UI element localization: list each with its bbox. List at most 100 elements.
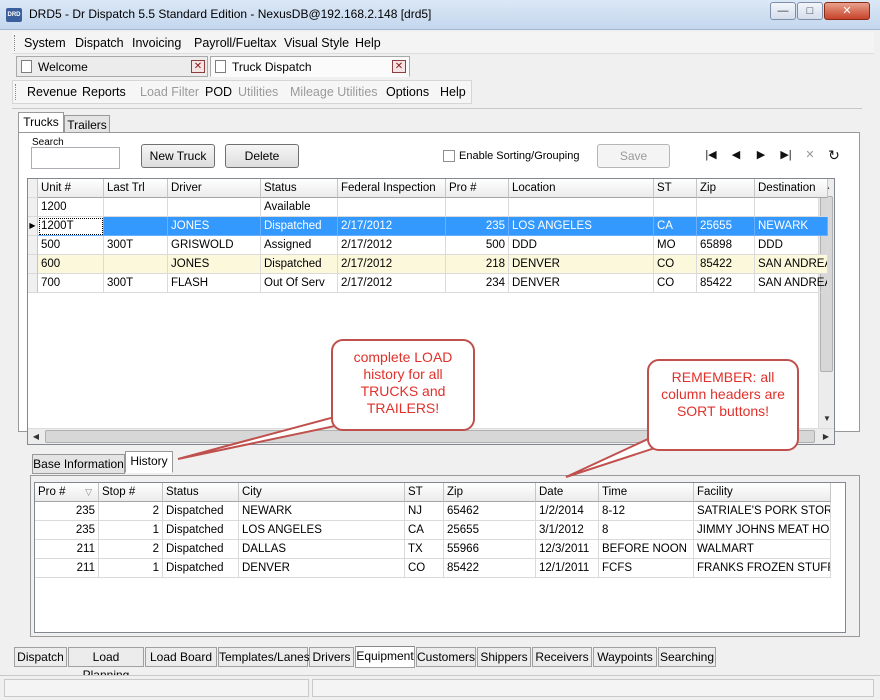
trucks-cell[interactable]: DDD xyxy=(509,236,654,255)
trucks-cell[interactable] xyxy=(755,198,828,217)
history-header-status[interactable]: Status xyxy=(163,483,239,502)
prior-record-icon[interactable]: ◀ xyxy=(727,147,745,163)
menu-payroll[interactable]: Payroll/Fueltax xyxy=(194,36,277,50)
trucks-row[interactable]: ▶ 1200T JONES Dispatched 2/17/2012 235 LOS ANG… xyxy=(28,217,828,236)
toolbar-options[interactable]: Options xyxy=(386,85,429,99)
history-cell[interactable]: BEFORE NOON xyxy=(599,540,694,559)
trucks-cell[interactable] xyxy=(446,198,509,217)
grip-handle[interactable] xyxy=(15,84,17,100)
new-truck-button[interactable]: New Truck xyxy=(141,144,215,168)
first-record-icon[interactable]: |◀ xyxy=(702,147,720,163)
trucks-cell[interactable] xyxy=(104,217,168,236)
trucks-cell[interactable]: 2/17/2012 xyxy=(338,236,446,255)
trucks-cell[interactable]: 2/17/2012 xyxy=(338,255,446,274)
trucks-header-pro[interactable]: Pro # xyxy=(446,179,509,198)
tab-truck-dispatch[interactable]: Truck Dispatch ✕ xyxy=(210,56,410,77)
trucks-cell[interactable]: 2/17/2012 xyxy=(338,217,446,236)
scroll-down-icon[interactable]: ▼ xyxy=(819,411,834,427)
scroll-right-icon[interactable]: ▶ xyxy=(818,429,834,444)
history-header-city[interactable]: City xyxy=(239,483,405,502)
trucks-cell[interactable]: 300T xyxy=(104,274,168,293)
tab-equipment[interactable]: Equipment xyxy=(355,646,415,668)
history-row[interactable]: 235 1 Dispatched LOS ANGELES CA 25655 3/1/2012… xyxy=(35,521,845,540)
trucks-cell[interactable] xyxy=(509,198,654,217)
close-tab-icon[interactable]: ✕ xyxy=(392,60,406,73)
title-bar[interactable]: DRD DRD5 - Dr Dispatch 5.5 Standard Edit… xyxy=(0,0,880,30)
history-cell[interactable]: 1 xyxy=(99,559,163,578)
trucks-cell[interactable]: Available xyxy=(261,198,338,217)
trucks-row[interactable]: 1200 Available xyxy=(28,198,828,217)
history-cell[interactable]: 1 xyxy=(99,521,163,540)
history-row[interactable]: 211 2 Dispatched DALLAS TX 55966 12/3/2011 BEFO… xyxy=(35,540,845,559)
history-header-facility[interactable]: Facility xyxy=(694,483,831,502)
history-cell[interactable]: 12/1/2011 xyxy=(536,559,599,578)
history-cell[interactable]: TX xyxy=(405,540,444,559)
close-window-button[interactable]: ✕ xyxy=(824,2,870,20)
trucks-cell[interactable]: SAN ANDREA xyxy=(755,274,828,293)
history-cell[interactable]: NEWARK xyxy=(239,502,405,521)
trucks-cell[interactable]: Dispatched xyxy=(261,217,338,236)
delete-button[interactable]: Delete xyxy=(225,144,299,168)
history-row[interactable]: 211 1 Dispatched DENVER CO 85422 12/1/2011 FCFS… xyxy=(35,559,845,578)
tab-receivers[interactable]: Receivers xyxy=(532,647,592,667)
history-cell[interactable]: CO xyxy=(405,559,444,578)
history-cell[interactable]: 211 xyxy=(35,559,99,578)
history-cell[interactable]: DENVER xyxy=(239,559,405,578)
trucks-header-driver[interactable]: Driver xyxy=(168,179,261,198)
trucks-cell[interactable]: 25655 xyxy=(697,217,755,236)
history-header-zip[interactable]: Zip xyxy=(444,483,536,502)
menu-system[interactable]: System xyxy=(24,36,66,50)
trucks-cell[interactable]: 500 xyxy=(446,236,509,255)
trucks-header-destination[interactable]: Destination xyxy=(755,179,828,198)
history-cell[interactable]: 2 xyxy=(99,540,163,559)
trucks-cell[interactable]: 700 xyxy=(38,274,104,293)
history-cell[interactable]: 2 xyxy=(99,502,163,521)
trucks-cell[interactable]: DENVER xyxy=(509,274,654,293)
history-row[interactable]: 235 2 Dispatched NEWARK NJ 65462 1/2/2014 8-12 S… xyxy=(35,502,845,521)
tab-drivers[interactable]: Drivers xyxy=(309,647,354,667)
trucks-cell[interactable]: 500 xyxy=(38,236,104,255)
history-cell[interactable]: 85422 xyxy=(444,559,536,578)
history-cell[interactable]: 3/1/2012 xyxy=(536,521,599,540)
history-cell[interactable]: 235 xyxy=(35,521,99,540)
enable-sorting-checkbox[interactable] xyxy=(443,150,455,162)
toolbar-pod[interactable]: POD xyxy=(205,85,232,99)
toolbar-help[interactable]: Help xyxy=(440,85,466,99)
trucks-cell[interactable]: SAN ANDREA xyxy=(755,255,828,274)
trucks-row[interactable]: 500 300T GRISWOLD Assigned 2/17/2012 500 DDD MO… xyxy=(28,236,828,255)
toolbar-mileage-utilities[interactable]: Mileage Utilities xyxy=(290,85,378,99)
last-record-icon[interactable]: ▶| xyxy=(777,147,795,163)
trucks-cell[interactable]: 1200T xyxy=(38,217,104,236)
toolbar-revenue[interactable]: Revenue xyxy=(27,85,77,99)
trucks-cell[interactable]: 300T xyxy=(104,236,168,255)
history-header-time[interactable]: Time xyxy=(599,483,694,502)
history-cell[interactable]: 8-12 xyxy=(599,502,694,521)
history-cell[interactable]: 8 xyxy=(599,521,694,540)
history-cell[interactable]: FCFS xyxy=(599,559,694,578)
trucks-cell[interactable]: JONES xyxy=(168,255,261,274)
trucks-cell[interactable]: CO xyxy=(654,274,697,293)
menu-help[interactable]: Help xyxy=(355,36,381,50)
trucks-header-zip[interactable]: Zip xyxy=(697,179,755,198)
trucks-cell[interactable]: CO xyxy=(654,255,697,274)
menu-dispatch[interactable]: Dispatch xyxy=(75,36,124,50)
history-header-stop[interactable]: Stop # xyxy=(99,483,163,502)
trucks-cell[interactable]: 85422 xyxy=(697,255,755,274)
trucks-row[interactable]: 600 JONES Dispatched 2/17/2012 218 DENVER CO 85… xyxy=(28,255,828,274)
history-cell[interactable]: 25655 xyxy=(444,521,536,540)
toolbar-load-filter[interactable]: Load Filter xyxy=(140,85,199,99)
menu-invoicing[interactable]: Invoicing xyxy=(132,36,181,50)
trucks-cell[interactable]: FLASH xyxy=(168,274,261,293)
tab-base-information[interactable]: Base Information xyxy=(32,454,125,474)
trucks-cell[interactable] xyxy=(338,198,446,217)
tab-load-planning[interactable]: Load Planning xyxy=(68,647,144,682)
trucks-header-st[interactable]: ST xyxy=(654,179,697,198)
trucks-cell[interactable] xyxy=(104,255,168,274)
history-header-st[interactable]: ST xyxy=(405,483,444,502)
history-grid[interactable]: Pro # ▽ Stop # Status City ST Zip Date Time Facil… xyxy=(34,482,846,633)
trucks-cell[interactable]: CA xyxy=(654,217,697,236)
trucks-row[interactable]: 700 300T FLASH Out Of Serv 2/17/2012 234 DENVE… xyxy=(28,274,828,293)
trucks-cell[interactable]: LOS ANGELES xyxy=(509,217,654,236)
history-cell[interactable]: FRANKS FROZEN STUFF xyxy=(694,559,831,578)
trucks-cell[interactable]: 65898 xyxy=(697,236,755,255)
